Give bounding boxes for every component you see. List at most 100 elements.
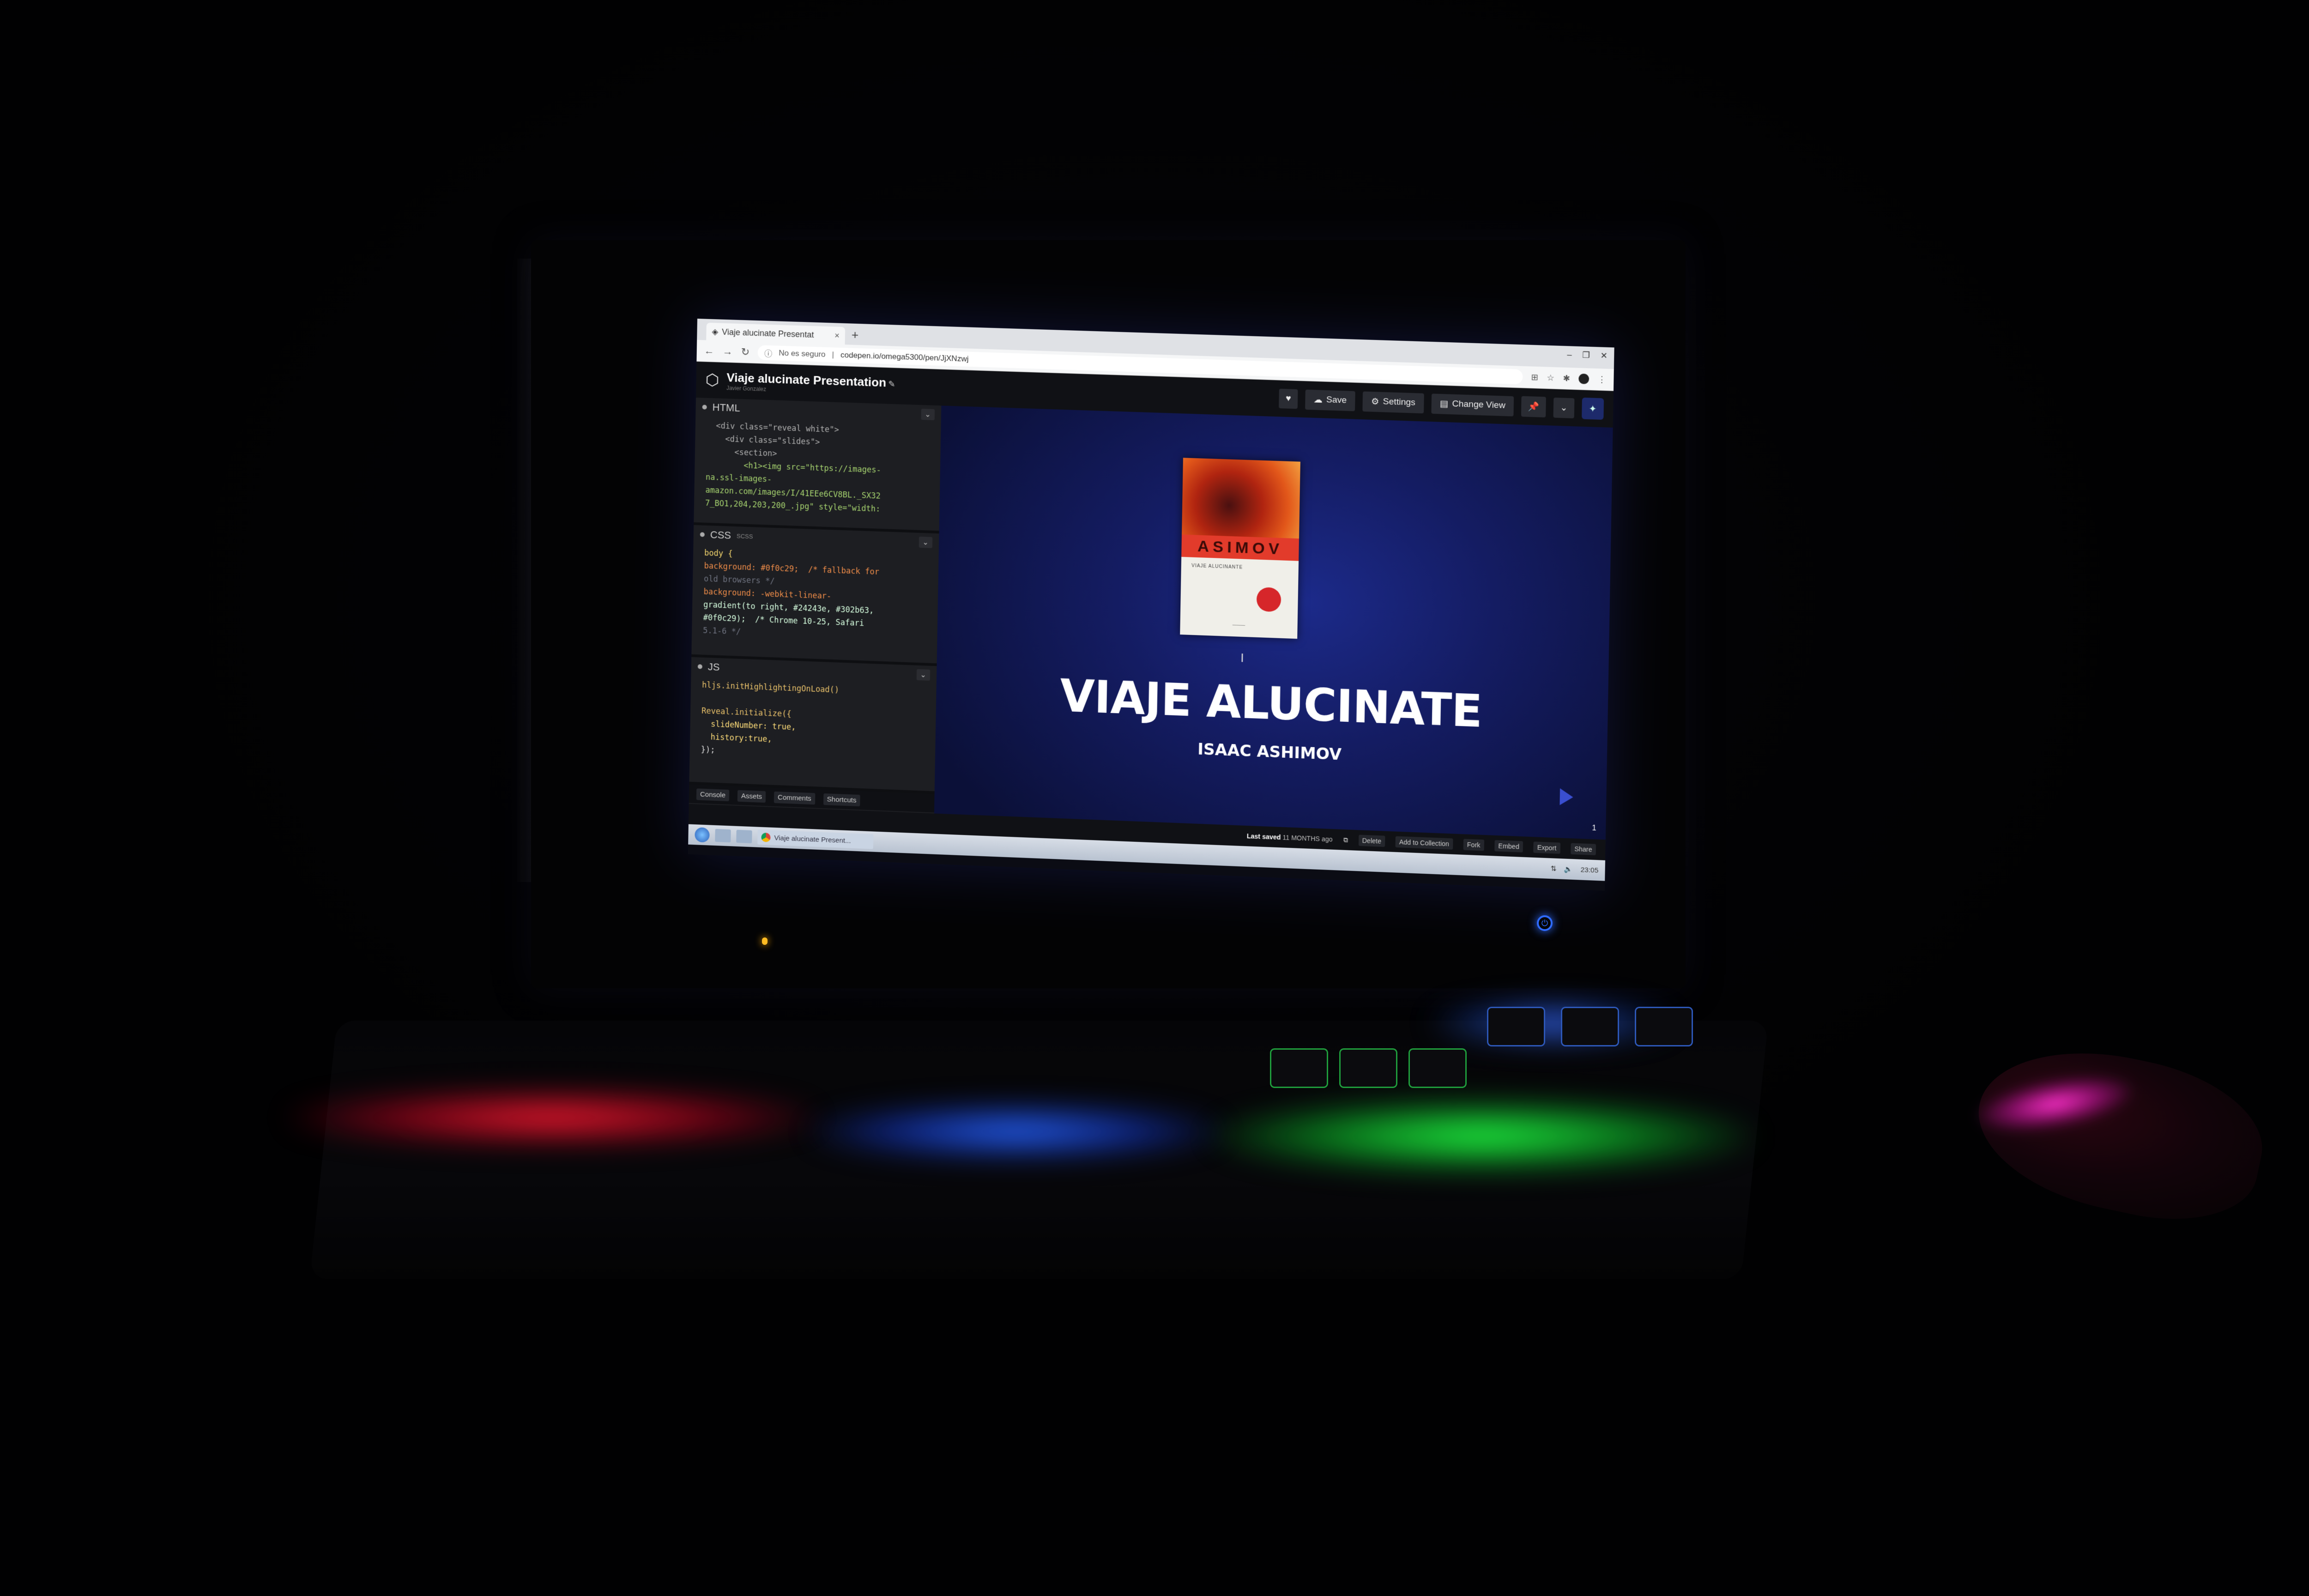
close-window-icon[interactable]: ✕ (1600, 351, 1608, 361)
editor-settings-icon[interactable] (700, 532, 705, 537)
chevron-down-icon: ⌄ (1560, 402, 1568, 413)
header-actions: ♥ ☁ Save ⚙ Settings ▤ Change View 📌 ⌄ ✦ (1279, 388, 1604, 420)
html-code[interactable]: <div class="reveal white"> <div class="s… (694, 416, 941, 520)
last-saved-label: Last saved (1246, 832, 1281, 841)
fork-button[interactable]: Fork (1463, 839, 1484, 851)
code-line: <div class="reveal white"> (706, 421, 839, 435)
monitor-status-led (762, 937, 768, 945)
html-editor-label: HTML (712, 401, 740, 414)
save-button[interactable]: ☁ Save (1305, 389, 1355, 411)
code-line: }); (701, 745, 715, 755)
url-text: codepen.io/omega5300/pen/JjXNzwj (840, 350, 969, 363)
external-view-icon[interactable]: ⧉ (1343, 836, 1348, 844)
layout-icon: ▤ (1439, 399, 1449, 409)
last-saved-status: Last saved 11 MONTHS ago (1247, 832, 1333, 843)
volume-icon[interactable]: 🔈 (1564, 865, 1573, 874)
clock[interactable]: 23:05 (1581, 866, 1599, 875)
code-line: slideNumber: true, (701, 719, 796, 732)
chrome-icon (761, 832, 771, 842)
console-tab[interactable]: Console (696, 788, 730, 801)
code-line: <section> (706, 447, 777, 459)
profile-avatar[interactable] (1578, 373, 1590, 384)
change-view-label: Change View (1452, 399, 1505, 411)
chevron-down-icon[interactable]: ⌄ (919, 536, 933, 548)
new-tab-button[interactable]: + (852, 328, 859, 343)
editors-column: HTML ⌄ <div class="reveal white"> <div c… (689, 397, 942, 814)
cloud-icon: ☁ (1313, 394, 1323, 405)
translate-icon[interactable]: ⊞ (1531, 372, 1538, 382)
keyboard-key (1270, 1048, 1328, 1088)
more-chevron-button[interactable]: ⌄ (1553, 397, 1575, 418)
settings-button[interactable]: ⚙ Settings (1362, 391, 1424, 413)
code-line: body { (704, 548, 733, 559)
css-code[interactable]: body { background: #0f0c29; /* fallback … (692, 544, 939, 648)
extension-icon[interactable]: ✱ (1563, 373, 1570, 383)
keyboard-glow-red (286, 1090, 817, 1145)
code-line: <h1><img src="https://images- (706, 459, 881, 475)
reload-icon[interactable]: ↻ (741, 346, 750, 358)
network-icon[interactable]: ⇅ (1551, 864, 1557, 873)
heart-button[interactable]: ♥ (1279, 388, 1298, 409)
taskbar-pinned-app[interactable] (715, 828, 731, 843)
info-icon[interactable]: ⓘ (764, 347, 772, 359)
code-line: <div class="slides"> (706, 434, 820, 447)
power-button-icon[interactable]: ⏻ (1537, 915, 1553, 931)
keyboard-key (1561, 1007, 1619, 1046)
export-button[interactable]: Export (1533, 841, 1560, 854)
window-controls: – ❐ ✕ (1567, 350, 1608, 361)
change-view-button[interactable]: ▤ Change View (1431, 393, 1514, 417)
tab-close-icon[interactable]: × (834, 331, 840, 340)
preview-pane[interactable]: ASIMOV VIAJE ALUCINANTE ——— I VIAJE ALUC… (934, 405, 1613, 840)
edit-pencil-icon[interactable]: ✎ (888, 379, 895, 389)
pin-icon: 📌 (1528, 402, 1540, 412)
back-arrow-icon[interactable]: ← (704, 345, 714, 357)
chevron-down-icon[interactable]: ⌄ (921, 408, 935, 420)
share-button[interactable]: Share (1570, 843, 1596, 855)
code-line: history:true, (701, 732, 772, 744)
editor-settings-icon[interactable] (702, 405, 707, 410)
taskbar-task-label: Viaje alucinate Present... (774, 834, 851, 845)
url-separator: | (832, 350, 834, 359)
code-line: hljs.initHighlightingOnLoad() (701, 680, 840, 695)
keyboard-key (1487, 1007, 1545, 1046)
book-cover-image: ASIMOV VIAJE ALUCINANTE ——— (1180, 458, 1300, 639)
photo-scene: ◈ Viaje alucinate Presentat × + – ❐ ✕ ← … (0, 0, 2309, 1596)
gear-icon: ⚙ (1371, 396, 1379, 407)
assets-tab[interactable]: Assets (737, 790, 766, 803)
slide-title: VIAJE ALUCINATE (1059, 670, 1482, 738)
embed-button[interactable]: Embed (1494, 840, 1523, 852)
comments-tab[interactable]: Comments (774, 791, 815, 804)
code-line: #0f0c29); /* Chrome 10-25, Safari (703, 613, 864, 629)
css-preprocessor-label: SCSS (736, 532, 753, 540)
codepen-logo-icon[interactable]: ⬡ (705, 371, 719, 390)
editor-settings-icon[interactable] (697, 664, 702, 669)
book-cover-art (1182, 458, 1300, 539)
shortcuts-tab[interactable]: Shortcuts (823, 793, 860, 806)
codepen-favicon-icon: ◈ (712, 326, 719, 336)
add-to-collection-button[interactable]: Add to Collection (1395, 836, 1453, 850)
taskbar-chrome-window[interactable]: Viaje alucinate Present... (757, 829, 874, 849)
menu-kebab-icon[interactable]: ⋮ (1597, 375, 1606, 385)
minimize-icon[interactable]: – (1567, 350, 1572, 360)
start-button[interactable] (695, 827, 710, 843)
bookmark-star-icon[interactable]: ☆ (1547, 373, 1554, 383)
restore-icon[interactable]: ❐ (1582, 350, 1590, 360)
pin-button[interactable]: 📌 (1521, 396, 1546, 417)
tab-title: Viaje alucinate Presentat (722, 327, 814, 339)
forward-arrow-icon[interactable]: → (723, 345, 733, 358)
text-cursor-icon: I (1240, 651, 1244, 665)
rgb-keyboard (277, 993, 1769, 1279)
extension-icons: ⊞ ☆ ✱ ⋮ (1531, 372, 1606, 385)
user-avatar[interactable]: ✦ (1582, 397, 1604, 420)
system-tray: ⇅ 🔈 23:05 (1551, 864, 1599, 874)
codepen-body: HTML ⌄ <div class="reveal white"> <div c… (689, 397, 1613, 840)
keyboard-key (1339, 1048, 1397, 1088)
chevron-down-icon[interactable]: ⌄ (916, 669, 931, 681)
next-slide-arrow-icon[interactable] (1559, 788, 1573, 806)
taskbar-pinned-app[interactable] (736, 829, 752, 844)
code-line: old browsers */ (703, 574, 775, 586)
delete-button[interactable]: Delete (1358, 834, 1385, 847)
html-editor: HTML ⌄ <div class="reveal white"> <div c… (694, 397, 942, 534)
css-editor-label: CSS (710, 529, 731, 541)
js-code[interactable]: hljs.initHighlightingOnLoad() Reveal.ini… (689, 676, 936, 768)
